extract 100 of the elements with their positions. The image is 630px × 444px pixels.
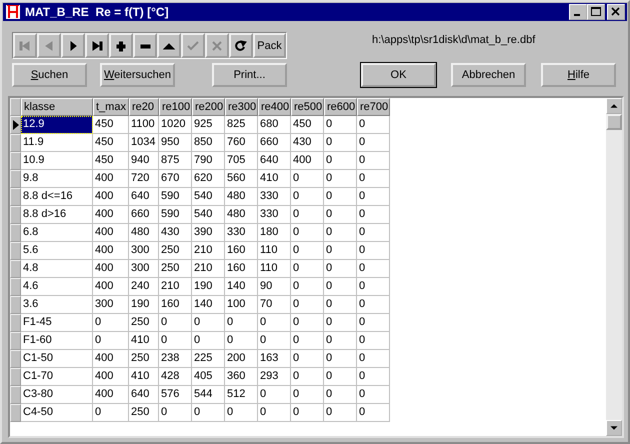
scroll-down-icon[interactable] <box>606 420 622 436</box>
table-cell: 0 <box>192 332 225 350</box>
column-header[interactable]: re20 <box>129 98 159 116</box>
column-header[interactable]: t_max <box>93 98 129 116</box>
table-cell: 660 <box>129 206 159 224</box>
table-cell: 0 <box>291 386 324 404</box>
table-cell: 1020 <box>159 116 192 134</box>
column-header[interactable]: re200 <box>192 98 225 116</box>
table-cell: 0 <box>225 314 258 332</box>
table-cell: 0 <box>357 296 390 314</box>
table-cell: 0 <box>93 314 129 332</box>
table-cell: 240 <box>129 278 159 296</box>
table-cell: 12.9 <box>21 116 93 134</box>
table-cell: 0 <box>324 368 357 386</box>
column-header[interactable]: re300 <box>225 98 258 116</box>
table-cell: 0 <box>291 296 324 314</box>
column-header[interactable]: re600 <box>324 98 357 116</box>
table-cell: C1-50 <box>21 350 93 368</box>
navigator-button[interactable] <box>61 33 85 58</box>
table-cell: 400 <box>93 242 129 260</box>
dialog-button[interactable]: OK <box>361 63 436 87</box>
maximize-icon[interactable] <box>587 4 605 20</box>
column-header[interactable]: re400 <box>258 98 291 116</box>
table-cell: 620 <box>192 170 225 188</box>
table-cell: 0 <box>357 242 390 260</box>
table-cell: 190 <box>192 278 225 296</box>
table-cell: 3.6 <box>21 296 93 314</box>
table-cell: 163 <box>258 350 291 368</box>
column-header[interactable]: re700 <box>357 98 390 116</box>
table-cell: 590 <box>159 188 192 206</box>
table-cell: 110 <box>258 260 291 278</box>
table-cell: 0 <box>324 404 357 422</box>
navigator-button[interactable] <box>85 33 109 58</box>
table-cell: 0 <box>357 332 390 350</box>
row-indicator[interactable] <box>10 116 21 134</box>
table-cell: 540 <box>192 206 225 224</box>
pack-button[interactable]: Pack <box>253 33 286 58</box>
scroll-up-icon[interactable] <box>606 98 622 114</box>
dialog-button[interactable]: Weitersuchen <box>100 63 175 87</box>
dialog-button[interactable]: Suchen <box>12 63 87 87</box>
table-cell: 640 <box>258 152 291 170</box>
table-cell: 0 <box>324 170 357 188</box>
table-cell: 450 <box>93 152 129 170</box>
table-cell: 160 <box>225 242 258 260</box>
column-header[interactable]: re100 <box>159 98 192 116</box>
table-cell: 90 <box>258 278 291 296</box>
table-cell: 0 <box>93 332 129 350</box>
table-cell: 0 <box>324 332 357 350</box>
table-cell: 0 <box>324 260 357 278</box>
table-cell: 0 <box>324 314 357 332</box>
table-cell: 5.6 <box>21 242 93 260</box>
table-cell: 590 <box>159 206 192 224</box>
column-header[interactable]: re500 <box>291 98 324 116</box>
table-cell: 0 <box>291 332 324 350</box>
dialog-button[interactable]: Print... <box>212 63 287 87</box>
dialog-button[interactable]: Abbrechen <box>451 63 526 87</box>
table-cell: 480 <box>225 188 258 206</box>
table-cell: 70 <box>258 296 291 314</box>
table-cell: 430 <box>159 224 192 242</box>
table-cell: F1-45 <box>21 314 93 332</box>
close-icon[interactable] <box>607 4 625 20</box>
table-cell: 210 <box>159 278 192 296</box>
navigator-button[interactable] <box>109 33 133 58</box>
table-cell: 480 <box>129 224 159 242</box>
table-cell: 400 <box>93 224 129 242</box>
table-cell: 190 <box>129 296 159 314</box>
table-cell: 250 <box>129 404 159 422</box>
scroll-thumb[interactable] <box>606 114 622 130</box>
table-cell: 0 <box>159 404 192 422</box>
column-header[interactable]: klasse <box>21 98 93 116</box>
table-cell: 875 <box>159 152 192 170</box>
table-cell: 0 <box>324 278 357 296</box>
table-cell: 250 <box>129 314 159 332</box>
table-cell: 790 <box>192 152 225 170</box>
minimize-icon[interactable] <box>569 4 587 20</box>
table-cell: 0 <box>324 188 357 206</box>
table-cell: 300 <box>93 296 129 314</box>
navigator-button[interactable] <box>133 33 157 58</box>
table-cell: 660 <box>258 134 291 152</box>
table-cell: 0 <box>357 224 390 242</box>
table-cell: 925 <box>192 116 225 134</box>
table-cell: 400 <box>93 170 129 188</box>
table-cell: 576 <box>159 386 192 404</box>
last-record-icon <box>90 40 104 52</box>
table-cell: 8.8 d>16 <box>21 206 93 224</box>
table-cell: 0 <box>324 386 357 404</box>
navigator-button[interactable] <box>157 33 181 58</box>
table-cell: 0 <box>357 170 390 188</box>
table-cell: 544 <box>192 386 225 404</box>
table-cell: 850 <box>192 134 225 152</box>
table-cell: 0 <box>324 116 357 134</box>
table-cell: 428 <box>159 368 192 386</box>
table-cell: 825 <box>225 116 258 134</box>
navigator-button[interactable] <box>229 33 253 58</box>
table-cell: 293 <box>258 368 291 386</box>
table-cell: 670 <box>159 170 192 188</box>
table-cell: 1034 <box>129 134 159 152</box>
vertical-scrollbar[interactable] <box>606 98 622 436</box>
table-cell: 450 <box>291 116 324 134</box>
dialog-button[interactable]: Hilfe <box>541 63 616 87</box>
